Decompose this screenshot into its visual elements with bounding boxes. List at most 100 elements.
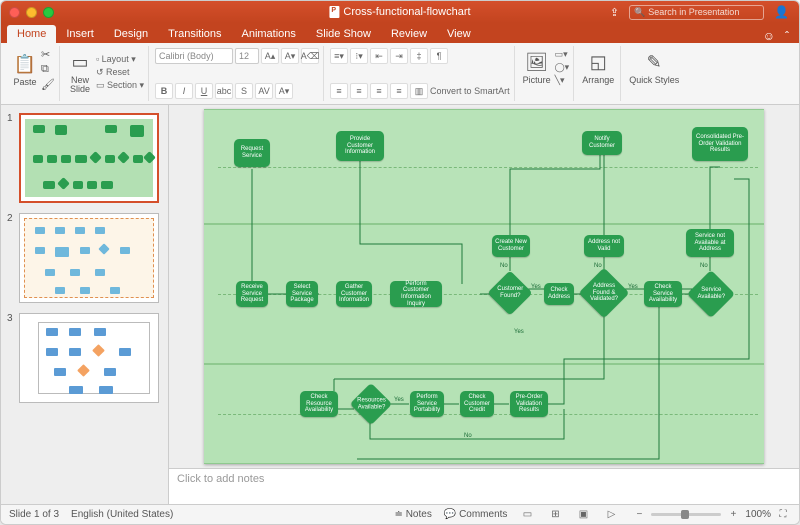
minimize-button[interactable] — [26, 7, 37, 18]
reset-button[interactable]: ↺ Reset — [96, 67, 144, 78]
zoom-level[interactable]: 100% — [745, 509, 771, 520]
font-size-select[interactable]: 12 — [235, 48, 259, 64]
shadow-button[interactable]: S — [235, 83, 253, 99]
new-slide-button[interactable]: ▭ New Slide — [66, 48, 94, 96]
user-icon[interactable]: 👤 — [774, 5, 789, 19]
edge-label-no: No — [464, 433, 472, 439]
search-input[interactable]: 🔍 Search in Presentation — [629, 5, 764, 20]
node-provide-customer-info[interactable]: Provide Customer Information — [336, 131, 384, 161]
justify-button[interactable]: ≡ — [390, 83, 408, 99]
clear-format-button[interactable]: A⌫ — [301, 48, 319, 64]
tab-view[interactable]: View — [437, 25, 481, 43]
node-request-service[interactable]: Request Service — [234, 139, 270, 167]
reading-view-button[interactable]: ▣ — [575, 508, 591, 522]
underline-button[interactable]: U — [195, 83, 213, 99]
ribbon-arrange: ◱ Arrange — [576, 46, 621, 101]
node-check-address[interactable]: Check Address — [544, 283, 574, 305]
close-button[interactable] — [9, 7, 20, 18]
text-direction-button[interactable]: ¶ — [430, 48, 448, 64]
search-icon: 🔍 — [634, 7, 645, 18]
node-preorder-validation-results[interactable]: Pre-Order Validation Results — [510, 391, 548, 417]
node-select-service-package[interactable]: Select Service Package — [286, 281, 318, 307]
shapes-button[interactable]: ◯▾ — [555, 62, 570, 73]
fit-button[interactable]: ⛶ — [775, 508, 791, 522]
node-perform-customer-inquiry[interactable]: Perform Customer Information Inquiry — [390, 281, 442, 307]
line-button[interactable]: ╲▾ — [555, 75, 570, 86]
quick-styles-button[interactable]: ✎ Quick Styles — [627, 48, 681, 87]
smiley-icon[interactable]: ☺ — [763, 29, 775, 43]
node-notify-customer[interactable]: Notify Customer — [582, 131, 622, 155]
styles-icon: ✎ — [642, 50, 666, 74]
normal-view-button[interactable]: ▭ — [519, 508, 535, 522]
font-color-button[interactable]: A▾ — [275, 83, 293, 99]
numbering-button[interactable]: ⁝▾ — [350, 48, 368, 64]
language-indicator[interactable]: English (United States) — [71, 509, 173, 520]
zoom-slider[interactable] — [651, 513, 721, 516]
bullets-button[interactable]: ≡▾ — [330, 48, 348, 64]
zoom-out-button[interactable]: − — [631, 508, 647, 522]
paste-button[interactable]: 📋 Paste — [11, 50, 39, 89]
textbox-button[interactable]: ▭▾ — [555, 49, 570, 60]
slide-canvas[interactable]: Request Service Provide Customer Informa… — [169, 105, 799, 468]
node-service-not-available[interactable]: Service not Available at Address — [686, 229, 734, 257]
smartart-button[interactable]: Convert to SmartArt — [430, 86, 510, 96]
tab-animations[interactable]: Animations — [232, 25, 306, 43]
columns-button[interactable]: ▥ — [410, 83, 428, 99]
node-create-new-customer[interactable]: Create New Customer — [492, 235, 530, 257]
node-check-service-availability[interactable]: Check Service Availability — [644, 281, 682, 307]
align-center-button[interactable]: ≡ — [350, 83, 368, 99]
strike-button[interactable]: abc — [215, 83, 233, 99]
ribbon-slides: ▭ New Slide ▫ Layout ▾ ↺ Reset ▭ Section… — [62, 46, 149, 101]
cut-icon[interactable]: ✂ — [41, 48, 55, 61]
window-controls — [1, 7, 54, 18]
tab-transitions[interactable]: Transitions — [158, 25, 231, 43]
node-consolidated-results[interactable]: Consolidated Pre-Order Validation Result… — [692, 127, 748, 161]
zoom-control: − + 100% ⛶ — [631, 508, 791, 522]
node-receive-service-request[interactable]: Receive Service Request — [236, 281, 268, 307]
section-button[interactable]: ▭ Section ▾ — [96, 80, 144, 91]
line-spacing-button[interactable]: ‡ — [410, 48, 428, 64]
notes-toggle[interactable]: ≐ Notes — [395, 509, 432, 520]
tab-insert[interactable]: Insert — [56, 25, 104, 43]
tab-design[interactable]: Design — [104, 25, 158, 43]
layout-button[interactable]: ▫ Layout ▾ — [96, 54, 144, 65]
node-address-not-valid[interactable]: Address not Valid — [584, 235, 624, 257]
bold-button[interactable]: B — [155, 83, 173, 99]
thumbnail-2[interactable] — [19, 213, 159, 303]
indent-inc-button[interactable]: ⇥ — [390, 48, 408, 64]
grow-font-button[interactable]: A▴ — [261, 48, 279, 64]
format-painter-icon[interactable]: 🖌 — [41, 78, 55, 91]
thumbnail-3[interactable] — [19, 313, 159, 403]
chevron-up-icon[interactable]: ˆ — [785, 29, 789, 43]
thumbnail-1[interactable] — [19, 113, 159, 203]
notes-panel[interactable]: Click to add notes — [169, 468, 799, 504]
arrange-button[interactable]: ◱ Arrange — [580, 48, 616, 87]
slide-thumbnails[interactable]: 1 — [1, 105, 169, 504]
sorter-view-button[interactable]: ⊞ — [547, 508, 563, 522]
tab-review[interactable]: Review — [381, 25, 437, 43]
copy-icon[interactable]: ⧉ — [41, 63, 55, 76]
tab-slideshow[interactable]: Slide Show — [306, 25, 381, 43]
ribbon-insert: 🖼 Picture ▭▾ ◯▾ ╲▾ — [517, 46, 575, 101]
zoom-button[interactable] — [43, 7, 54, 18]
align-right-button[interactable]: ≡ — [370, 83, 388, 99]
node-perform-service-portability[interactable]: Perform Service Portability — [410, 391, 444, 417]
indent-dec-button[interactable]: ⇤ — [370, 48, 388, 64]
ribbon-paragraph: ≡▾ ⁝▾ ⇤ ⇥ ‡ ¶ ≡ ≡ ≡ ≡ ▥ Convert to Smart… — [326, 46, 515, 101]
slide[interactable]: Request Service Provide Customer Informa… — [204, 109, 764, 464]
zoom-in-button[interactable]: + — [725, 508, 741, 522]
slideshow-view-button[interactable]: ▷ — [603, 508, 619, 522]
app-window: Cross-functional-flowchart ⇪ 🔍 Search in… — [0, 0, 800, 525]
comments-toggle[interactable]: 💬 Comments — [444, 509, 508, 520]
align-left-button[interactable]: ≡ — [330, 83, 348, 99]
share-icon[interactable]: ⇪ — [610, 6, 619, 19]
node-check-customer-credit[interactable]: Check Customer Credit — [460, 391, 494, 417]
tab-home[interactable]: Home — [7, 25, 56, 43]
font-name-select[interactable]: Calibri (Body) — [155, 48, 233, 64]
node-check-resource-availability[interactable]: Check Resource Availability — [300, 391, 338, 417]
spacing-button[interactable]: AV — [255, 83, 273, 99]
picture-button[interactable]: 🖼 Picture — [521, 48, 553, 87]
node-gather-customer-info[interactable]: Gather Customer Information — [336, 281, 372, 307]
italic-button[interactable]: I — [175, 83, 193, 99]
shrink-font-button[interactable]: A▾ — [281, 48, 299, 64]
